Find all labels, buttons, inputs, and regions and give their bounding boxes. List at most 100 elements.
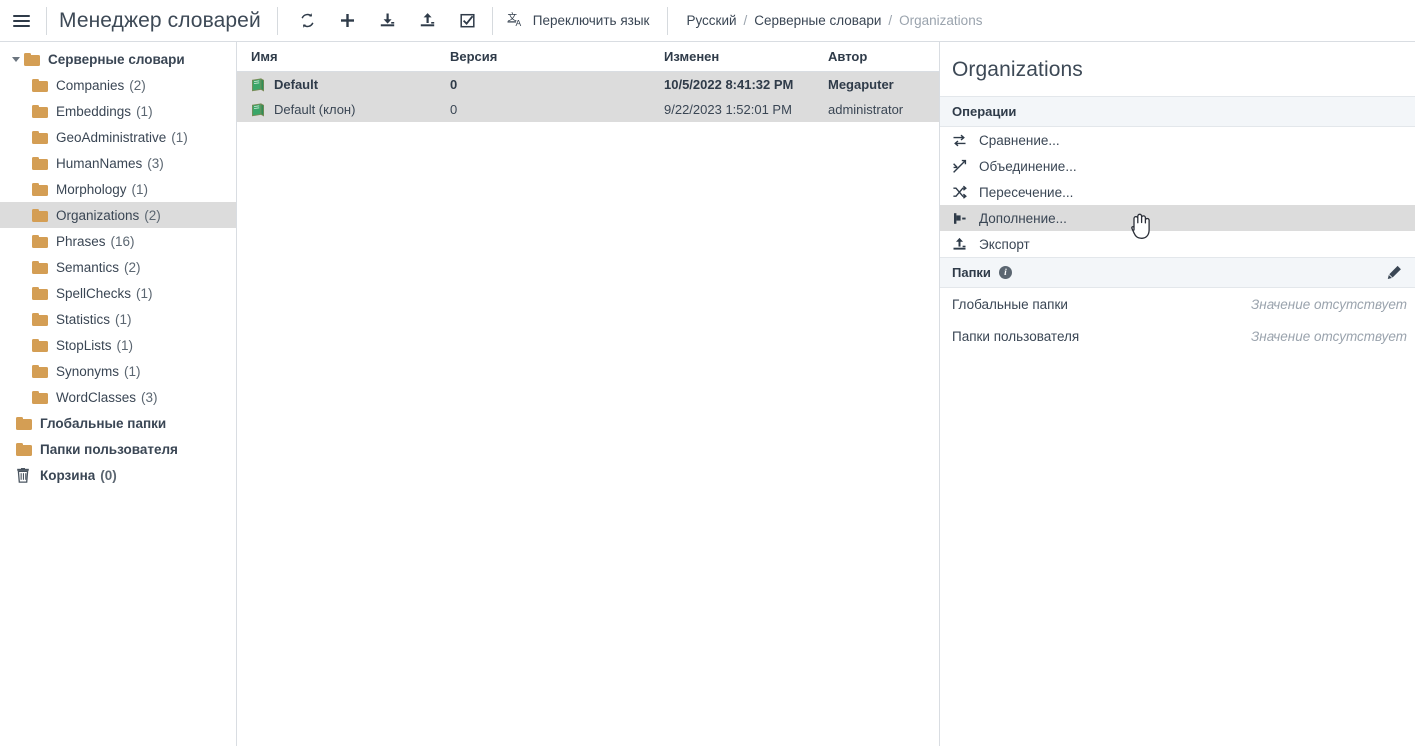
info-icon[interactable]: i	[998, 266, 1012, 279]
sidebar-item-trash[interactable]: Корзина (0)	[0, 462, 236, 488]
chevron-down-icon[interactable]	[8, 56, 24, 62]
top-toolbar: Менеджер словарей 文 A Переключить язык Р…	[0, 0, 1415, 42]
dictionary-book-icon	[251, 77, 265, 92]
sidebar-item-count: (16)	[110, 233, 135, 249]
sidebar-item-semantics[interactable]: Semantics (2)	[0, 254, 236, 280]
hamburger-icon[interactable]	[0, 1, 42, 41]
folder-row-user[interactable]: Папки пользователя Значение отсутствует	[940, 320, 1415, 352]
breadcrumb-item-language[interactable]: Русский	[686, 13, 736, 28]
sidebar-item-count: (1)	[136, 103, 153, 119]
import-icon[interactable]	[368, 4, 408, 38]
sidebar-item-stoplists[interactable]: StopLists (1)	[0, 332, 236, 358]
folder-value: Значение отсутствует	[1250, 296, 1407, 312]
sidebar-item-humannames[interactable]: HumanNames (3)	[0, 150, 236, 176]
operation-label: Дополнение...	[979, 210, 1067, 226]
sidebar-item-user-folders[interactable]: Папки пользователя	[0, 436, 236, 462]
sidebar-item-geoadministrative[interactable]: GeoAdministrative (1)	[0, 124, 236, 150]
dictionary-manager-app: Менеджер словарей 文 A Переключить язык Р…	[0, 0, 1415, 746]
folders-section-header: Папки i	[940, 257, 1415, 288]
operation-export[interactable]: Экспорт	[940, 231, 1415, 257]
folder-icon	[32, 208, 48, 222]
sidebar-item-count: (1)	[131, 181, 149, 197]
folder-icon	[32, 312, 48, 326]
export-icon	[952, 237, 970, 252]
sidebar-item-label: Глобальные папки	[40, 415, 167, 431]
dictionary-table-pane: Имя Версия Изменен Автор Default 0 10/5/…	[237, 42, 940, 746]
operation-complement[interactable]: Дополнение...	[940, 205, 1415, 231]
operation-compare[interactable]: Сравнение...	[940, 127, 1415, 153]
sidebar-item-phrases[interactable]: Phrases (16)	[0, 228, 236, 254]
column-header-version[interactable]: Версия	[436, 42, 650, 72]
sidebar-item-statistics[interactable]: Statistics (1)	[0, 306, 236, 332]
sidebar-item-global-folders[interactable]: Глобальные папки	[0, 410, 236, 436]
sidebar-item-label: Phrases	[56, 233, 106, 249]
table-row[interactable]: Default 0 10/5/2022 8:41:32 PM Megaputer	[237, 71, 939, 97]
dictionary-name: Default	[274, 77, 319, 92]
folder-icon	[32, 364, 48, 378]
sidebar-item-server-dictionaries[interactable]: Серверные словари	[0, 46, 236, 72]
switch-language-label: Переключить язык	[532, 13, 650, 28]
sidebar-tree: Серверные словари Companies (2) Embeddin…	[0, 42, 237, 746]
breadcrumb-separator: /	[743, 13, 748, 28]
cell-modified: 9/22/2023 1:52:01 PM	[650, 97, 814, 122]
export-icon[interactable]	[408, 4, 448, 38]
svg-text:A: A	[515, 18, 521, 28]
sidebar-item-label: Companies	[56, 77, 125, 93]
select-checkbox-icon[interactable]	[448, 4, 488, 38]
cell-version: 0	[436, 97, 650, 122]
sidebar-item-wordclasses[interactable]: WordClasses (3)	[0, 384, 236, 410]
sidebar-item-spellchecks[interactable]: SpellChecks (1)	[0, 280, 236, 306]
table-row[interactable]: Default (клон) 0 9/22/2023 1:52:01 PM ad…	[237, 97, 939, 122]
cell-author: administrator	[814, 97, 939, 122]
sidebar-item-embeddings[interactable]: Embeddings (1)	[0, 98, 236, 124]
operation-union[interactable]: Объединение...	[940, 153, 1415, 179]
add-icon[interactable]	[328, 4, 368, 38]
switch-language-button[interactable]: 文 A Переключить язык	[497, 4, 664, 38]
folder-label: Папки пользователя	[952, 328, 1080, 344]
breadcrumb-item-server-dictionaries[interactable]: Серверные словари	[754, 13, 881, 28]
details-panel: Organizations Операции Сравнение... Объе…	[940, 42, 1415, 746]
folder-icon	[32, 104, 48, 118]
dictionary-book-icon	[251, 102, 265, 117]
breadcrumb-current: Organizations	[899, 13, 983, 28]
sidebar-item-synonyms[interactable]: Synonyms (1)	[0, 358, 236, 384]
sidebar-item-label: Корзина	[40, 467, 96, 483]
sidebar-item-count: (1)	[124, 363, 141, 379]
folders-header-label: Папки	[952, 265, 991, 280]
column-header-name[interactable]: Имя	[237, 42, 436, 72]
column-header-author[interactable]: Автор	[814, 42, 939, 72]
sidebar-item-label: Statistics	[56, 311, 111, 327]
details-title: Organizations	[940, 42, 1415, 97]
toolbar-actions	[282, 4, 488, 38]
sidebar-item-label: Synonyms	[56, 363, 120, 379]
sidebar-item-organizations[interactable]: Organizations (2)	[0, 202, 236, 228]
table-header-row: Имя Версия Изменен Автор	[237, 42, 939, 72]
toolbar-divider	[667, 6, 669, 35]
folder-label: Глобальные папки	[952, 296, 1068, 312]
dictionary-name: Default (клон)	[274, 102, 356, 117]
toolbar-divider	[46, 6, 47, 35]
column-header-modified[interactable]: Изменен	[650, 42, 814, 72]
operations-header-label: Операции	[952, 104, 1017, 119]
sidebar-item-label: Серверные словари	[48, 51, 185, 67]
operation-intersection[interactable]: Пересечение...	[940, 179, 1415, 205]
folder-icon	[32, 286, 48, 300]
folder-icon	[32, 338, 48, 352]
pencil-icon[interactable]	[1385, 264, 1403, 282]
sidebar-item-label: GeoAdministrative	[56, 129, 167, 145]
sidebar-item-label: HumanNames	[56, 155, 143, 171]
sidebar-item-morphology[interactable]: Morphology (1)	[0, 176, 236, 202]
folder-icon	[32, 234, 48, 248]
refresh-icon[interactable]	[288, 4, 328, 38]
folder-icon	[32, 260, 48, 274]
operations-section-header: Операции	[940, 97, 1415, 127]
sidebar-item-label: WordClasses	[56, 389, 137, 405]
folder-row-global[interactable]: Глобальные папки Значение отсутствует	[940, 288, 1415, 320]
sidebar-item-count: (2)	[129, 77, 146, 93]
folder-icon	[32, 390, 48, 404]
folder-icon	[32, 130, 48, 144]
folder-value: Значение отсутствует	[1250, 328, 1407, 344]
exchange-arrows-icon	[952, 133, 970, 148]
breadcrumb-separator: /	[888, 13, 893, 28]
sidebar-item-companies[interactable]: Companies (2)	[0, 72, 236, 98]
